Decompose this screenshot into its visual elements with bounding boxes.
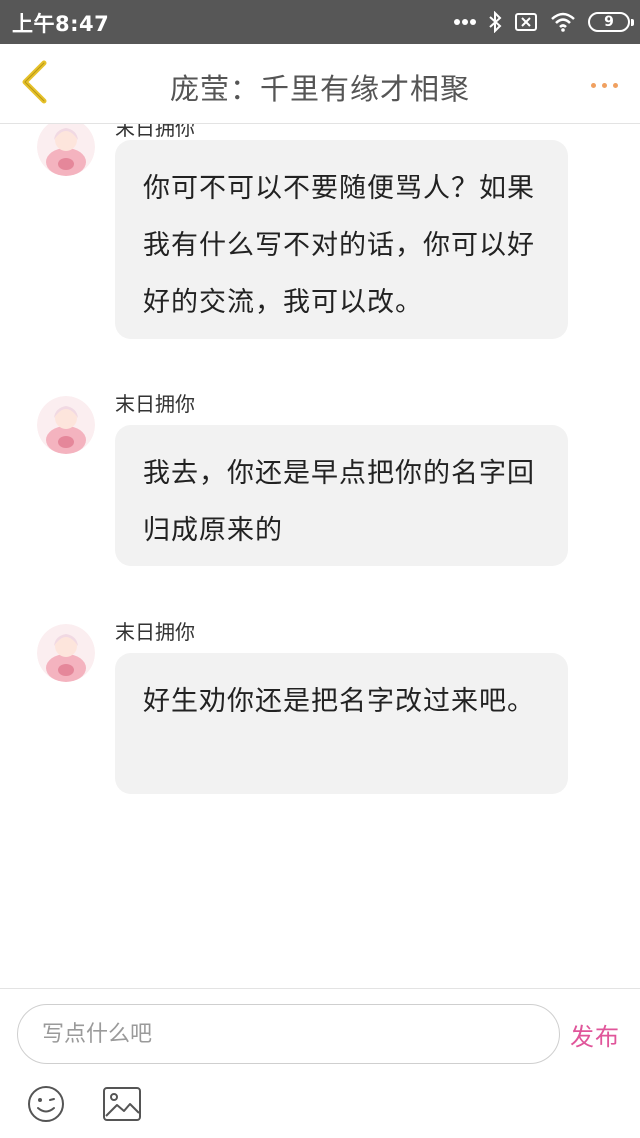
sim-off-icon bbox=[514, 12, 538, 32]
signal-dots-icon bbox=[454, 18, 476, 26]
more-dot bbox=[601, 82, 607, 88]
avatar[interactable] bbox=[37, 396, 95, 454]
nav-bar: 庞莹：千里有缘才相聚 bbox=[0, 44, 640, 124]
publish-button[interactable]: 发布 bbox=[570, 1017, 620, 1052]
status-bar: 上午8:47 9 bbox=[0, 0, 640, 44]
status-icons: 9 bbox=[454, 8, 634, 36]
battery-icon: 9 bbox=[588, 12, 634, 32]
sender-name: 末日拥你 bbox=[115, 392, 195, 416]
page-title: 庞莹：千里有缘才相聚 bbox=[169, 72, 470, 106]
more-dots-icon bbox=[590, 82, 596, 88]
message-list[interactable]: 末日拥你 你可不可以不要随便骂人？如果我有什么写不对的话，你可以好好的交流，我可… bbox=[0, 124, 640, 988]
message-bubble[interactable]: 好生劝你还是把名字改过来吧。 bbox=[115, 653, 568, 794]
sender-name: 末日拥你 bbox=[115, 124, 195, 140]
emoji-icon[interactable] bbox=[26, 1084, 66, 1124]
more-dot bbox=[612, 82, 618, 88]
bluetooth-icon bbox=[488, 11, 502, 33]
image-icon[interactable] bbox=[102, 1086, 142, 1122]
avatar[interactable] bbox=[37, 124, 95, 176]
composer: 发布 bbox=[0, 988, 640, 1138]
message-bubble[interactable]: 我去，你还是早点把你的名字回归成原来的 bbox=[115, 425, 568, 566]
wifi-icon bbox=[550, 12, 576, 32]
message-bubble[interactable]: 你可不可以不要随便骂人？如果我有什么写不对的话，你可以好好的交流，我可以改。 bbox=[115, 140, 568, 339]
comment-input[interactable] bbox=[17, 1004, 560, 1064]
status-time: 上午8:47 bbox=[12, 12, 110, 36]
more-button[interactable] bbox=[582, 70, 626, 100]
avatar[interactable] bbox=[37, 624, 95, 682]
sender-name: 末日拥你 bbox=[115, 620, 195, 644]
